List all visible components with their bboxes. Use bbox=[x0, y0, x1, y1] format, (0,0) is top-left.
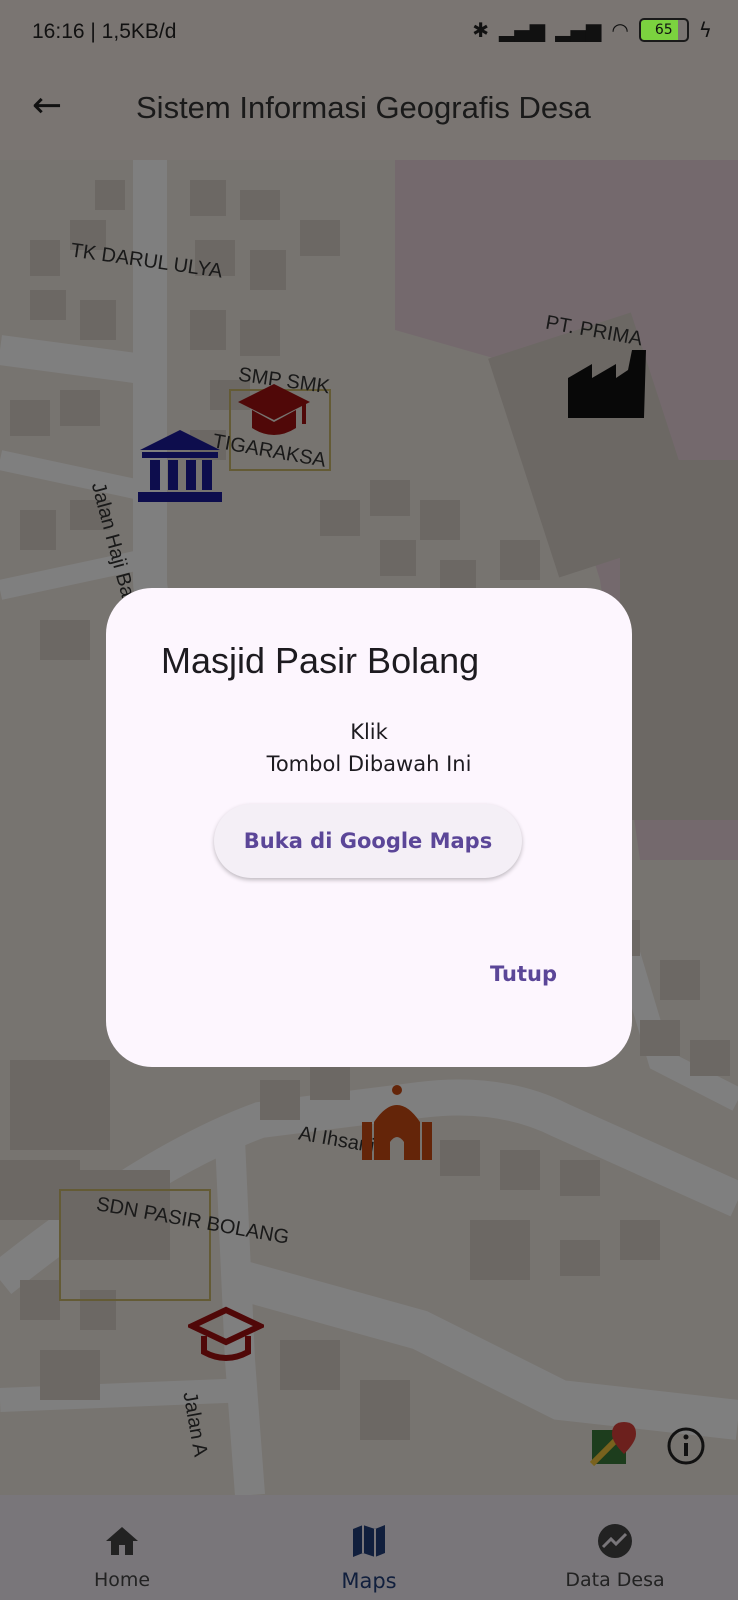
app-bar: ← Sistem Informasi Geografis Desa bbox=[0, 70, 738, 160]
dialog-line-2: Tombol Dibawah Ini bbox=[266, 752, 472, 776]
back-arrow-icon[interactable]: ← bbox=[32, 88, 62, 124]
signal-icon: ▂▄▆ bbox=[499, 18, 546, 42]
signal-icon: ▂▄▆ bbox=[555, 18, 602, 42]
battery-icon: 65 bbox=[638, 18, 689, 42]
charging-icon: ϟ bbox=[698, 18, 712, 42]
dialog-title: Masjid Pasir Bolang bbox=[161, 640, 480, 681]
status-icons: ✱ ▂▄▆ ▂▄▆ ◠ 65 ϟ bbox=[472, 18, 712, 42]
status-time: 16:16 | 1,5KB/d bbox=[32, 20, 177, 43]
open-google-maps-button[interactable]: Buka di Google Maps bbox=[214, 804, 522, 878]
wifi-icon: ◠ bbox=[611, 18, 629, 42]
bluetooth-icon: ✱ bbox=[472, 18, 490, 42]
dialog-line-1: Klik bbox=[350, 720, 388, 744]
close-button[interactable]: Tutup bbox=[490, 962, 557, 986]
place-dialog: Masjid Pasir Bolang Klik Tombol Dibawah … bbox=[106, 588, 632, 1067]
page-title: Sistem Informasi Geografis Desa bbox=[136, 90, 591, 125]
dialog-body: Klik Tombol Dibawah Ini bbox=[106, 716, 632, 780]
status-bar: 16:16 | 1,5KB/d ✱ ▂▄▆ ▂▄▆ ◠ 65 ϟ bbox=[0, 0, 738, 70]
